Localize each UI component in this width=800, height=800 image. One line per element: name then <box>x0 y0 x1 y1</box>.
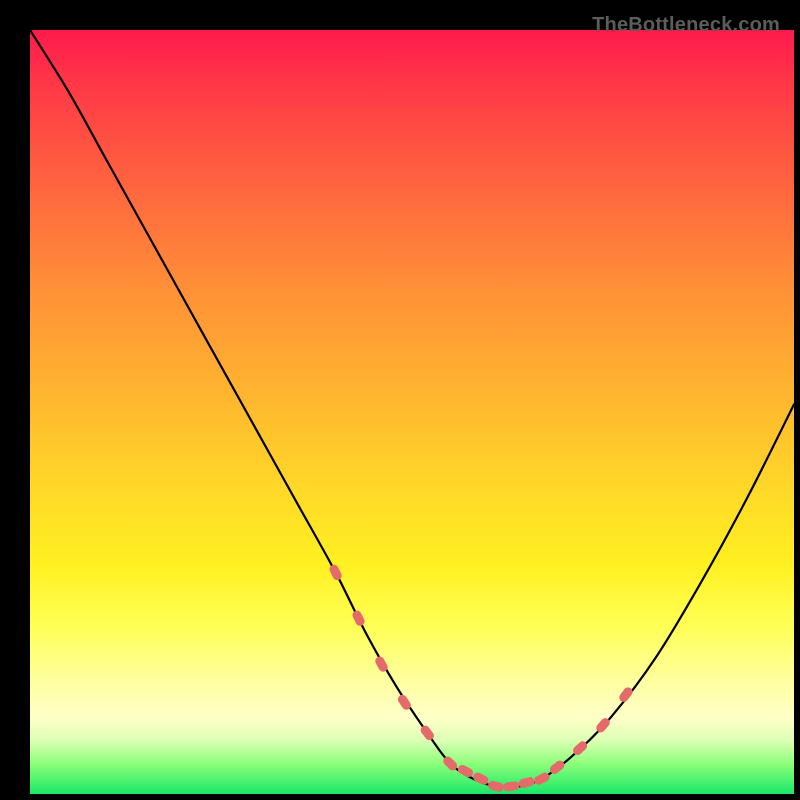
highlight-dot <box>533 771 551 786</box>
watermark-label: TheBottleneck.com <box>592 14 780 37</box>
highlight-dot <box>351 609 366 627</box>
chart-svg <box>30 30 794 794</box>
highlight-dot <box>328 563 343 581</box>
highlight-dots-group <box>328 563 634 792</box>
chart-frame: TheBottleneck.com <box>12 12 788 788</box>
bottleneck-curve-line <box>30 30 794 787</box>
highlight-dot <box>618 686 635 704</box>
highlight-dot <box>456 763 474 778</box>
highlight-dot <box>419 724 436 742</box>
highlight-dot <box>487 780 505 793</box>
highlight-dot <box>503 781 520 792</box>
